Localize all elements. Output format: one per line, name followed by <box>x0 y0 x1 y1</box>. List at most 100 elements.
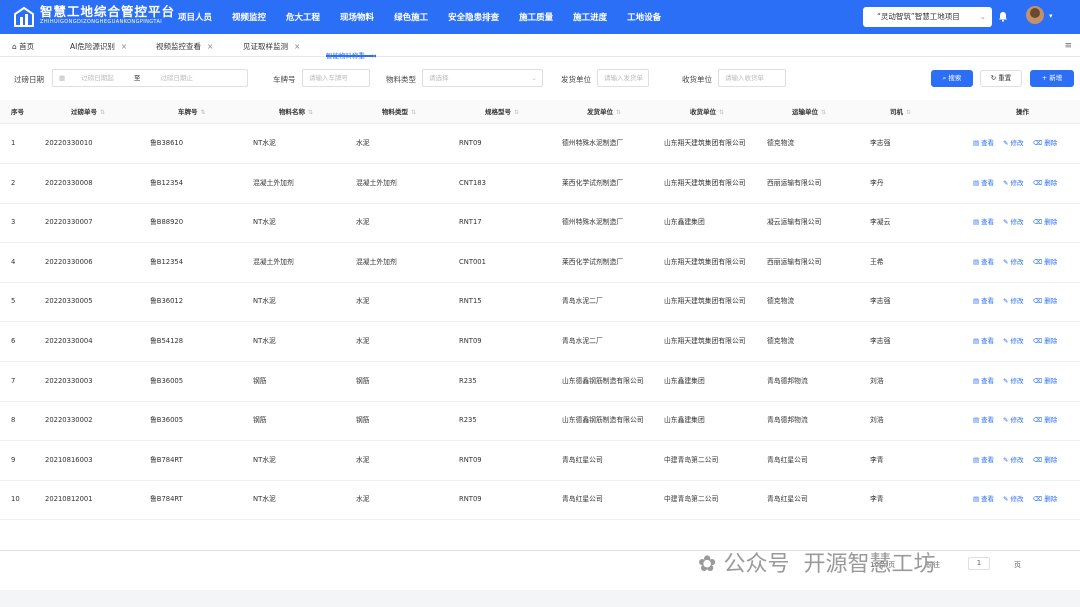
view-button[interactable]: ▤ 查看 <box>973 203 994 241</box>
tab-weighing[interactable]: 智能物料称重 × <box>326 37 377 60</box>
nav-item-hazard-works[interactable]: 危大工程 <box>286 11 320 23</box>
delete-button[interactable]: ⌫ 删除 <box>1033 164 1057 202</box>
view-button[interactable]: ▤ 查看 <box>973 282 994 320</box>
nav-item-progress[interactable]: 施工进度 <box>573 11 607 23</box>
view-button[interactable]: ▤ 查看 <box>973 164 994 202</box>
nav-item-equipment[interactable]: 工地设备 <box>627 11 661 23</box>
col-weigh-no[interactable]: 过磅单号 ⇅ <box>71 100 105 125</box>
close-icon[interactable]: × <box>294 42 300 51</box>
cell-plate: 鲁B36005 <box>150 416 184 425</box>
nav-item-materials[interactable]: 现场物料 <box>340 11 374 23</box>
view-button[interactable]: ▤ 查看 <box>973 322 994 360</box>
view-button[interactable]: ▤ 查看 <box>973 441 994 479</box>
type-select[interactable]: 请选择 ⌄ <box>422 69 543 87</box>
avatar[interactable] <box>1026 6 1044 24</box>
delete-button[interactable]: ⌫ 删除 <box>1033 124 1057 162</box>
view-button[interactable]: ▤ 查看 <box>973 124 994 162</box>
cell-sender: 山东德鑫钢筋制造有限公司 <box>562 376 644 385</box>
delete-button[interactable]: ⌫ 删除 <box>1033 203 1057 241</box>
nav-item-green[interactable]: 绿色施工 <box>394 11 428 23</box>
delete-button[interactable]: ⌫ 删除 <box>1033 480 1057 518</box>
search-button[interactable]: ⌕ 搜索 <box>931 70 973 87</box>
delete-button[interactable]: ⌫ 删除 <box>1033 362 1057 400</box>
delete-button[interactable]: ⌫ 删除 <box>1033 401 1057 439</box>
col-material-type[interactable]: 物料类型 ⇅ <box>382 100 416 125</box>
edit-button[interactable]: ✎ 修改 <box>1003 480 1023 518</box>
delete-button[interactable]: ⌫ 删除 <box>1033 282 1057 320</box>
view-icon: ▤ <box>973 139 980 147</box>
sort-icon[interactable]: ⇅ <box>100 109 105 116</box>
view-button[interactable]: ▤ 查看 <box>973 480 994 518</box>
col-sender[interactable]: 发货单位 ⇅ <box>587 100 621 125</box>
caret-down-icon[interactable]: ▾ <box>1049 12 1053 20</box>
edit-icon: ✎ <box>1003 495 1009 504</box>
edit-button[interactable]: ✎ 修改 <box>1003 322 1023 360</box>
edit-button[interactable]: ✎ 修改 <box>1003 203 1023 241</box>
edit-button[interactable]: ✎ 修改 <box>1003 362 1023 400</box>
bell-icon[interactable] <box>998 11 1008 22</box>
add-button[interactable]: + 新增 <box>1030 70 1074 87</box>
cell-transport: 青岛德邦物流 <box>767 416 808 425</box>
close-icon[interactable]: × <box>371 52 376 60</box>
menu-icon[interactable]: ≡ <box>1064 37 1072 55</box>
view-button[interactable]: ▤ 查看 <box>973 401 994 439</box>
col-spec[interactable]: 规格型号 ⇅ <box>485 100 519 125</box>
col-transport[interactable]: 运输单位 ⇅ <box>792 100 826 125</box>
delete-button[interactable]: ⌫ 删除 <box>1033 322 1057 360</box>
col-material-name[interactable]: 物料名称 ⇅ <box>279 100 313 125</box>
view-button[interactable]: ▤ 查看 <box>973 362 994 400</box>
nav-item-video[interactable]: 视频监控 <box>232 11 266 23</box>
receiver-input[interactable]: 请输入收货单 <box>718 69 786 87</box>
sender-input[interactable]: 请输入发货单 <box>597 69 649 87</box>
delete-button[interactable]: ⌫ 删除 <box>1033 441 1057 479</box>
edit-button[interactable]: ✎ 修改 <box>1003 124 1023 162</box>
project-select[interactable]: “灵动智筑”智慧工地项目 ⌄ <box>863 7 992 27</box>
sort-icon[interactable]: ⇅ <box>821 109 826 116</box>
edit-button[interactable]: ✎ 修改 <box>1003 441 1023 479</box>
delete-icon: ⌫ <box>1033 455 1043 464</box>
tab-ai-hazard[interactable]: AI危险源识别 × <box>70 37 127 57</box>
cell-material-type: 混凝土外加剂 <box>356 178 397 187</box>
cell-material-type: 钢筋 <box>356 376 370 385</box>
delete-button[interactable]: ⌫ 删除 <box>1033 243 1057 281</box>
nav-item-safety[interactable]: 安全隐患排查 <box>448 11 499 23</box>
date-end-input[interactable]: 过磅日期止 <box>160 74 193 82</box>
plate-input[interactable]: 请输入车牌号 <box>302 69 370 87</box>
date-range-picker[interactable]: ▦ 过磅日期起 至 过磅日期止 <box>52 69 248 87</box>
delete-label: 删除 <box>1044 297 1058 306</box>
col-plate[interactable]: 车牌号 ⇅ <box>178 100 206 125</box>
view-button[interactable]: ▤ 查看 <box>973 243 994 281</box>
sort-icon[interactable]: ⇅ <box>514 109 519 116</box>
sort-icon[interactable]: ⇅ <box>616 109 621 116</box>
edit-label: 修改 <box>1010 139 1024 147</box>
nav-item-quality[interactable]: 施工质量 <box>519 11 553 23</box>
sort-icon[interactable]: ⇅ <box>411 109 416 116</box>
tab-home[interactable]: ⌂ 首页 <box>12 37 34 57</box>
cell-spec: R235 <box>459 416 477 425</box>
edit-button[interactable]: ✎ 修改 <box>1003 401 1023 439</box>
nav-item-personnel[interactable]: 项目人员 <box>178 11 212 23</box>
cell-material-type: 水泥 <box>356 297 370 306</box>
tab-video-view[interactable]: 视频监控查看 × <box>156 37 213 57</box>
edit-button[interactable]: ✎ 修改 <box>1003 243 1023 281</box>
cell-transport: 德克物流 <box>767 139 795 147</box>
edit-button[interactable]: ✎ 修改 <box>1003 282 1023 320</box>
reset-button-label: 重置 <box>998 74 1012 82</box>
sort-icon[interactable]: ⇅ <box>719 109 724 116</box>
col-receiver[interactable]: 收货单位 ⇅ <box>690 100 724 125</box>
tab-sampling[interactable]: 见证取样监测 × <box>243 37 300 57</box>
view-icon: ▤ <box>973 257 980 266</box>
sort-icon[interactable]: ⇅ <box>201 109 206 116</box>
page-input[interactable]: 1 <box>968 557 990 570</box>
edit-button[interactable]: ✎ 修改 <box>1003 164 1023 202</box>
close-icon[interactable]: × <box>207 42 213 51</box>
cell-receiver: 中建青岛第二公司 <box>664 455 719 464</box>
col-driver[interactable]: 司机 ⇅ <box>890 100 911 125</box>
date-start-input[interactable]: 过磅日期起 <box>81 74 114 82</box>
sort-icon[interactable]: ⇅ <box>906 109 911 116</box>
reset-button[interactable]: ↻ 重置 <box>980 70 1022 87</box>
sort-icon[interactable]: ⇅ <box>308 109 313 116</box>
cell-receiver: 山东鑫建集团 <box>664 416 705 425</box>
cell-sender: 青岛水泥二厂 <box>562 337 603 345</box>
close-icon[interactable]: × <box>121 42 127 51</box>
